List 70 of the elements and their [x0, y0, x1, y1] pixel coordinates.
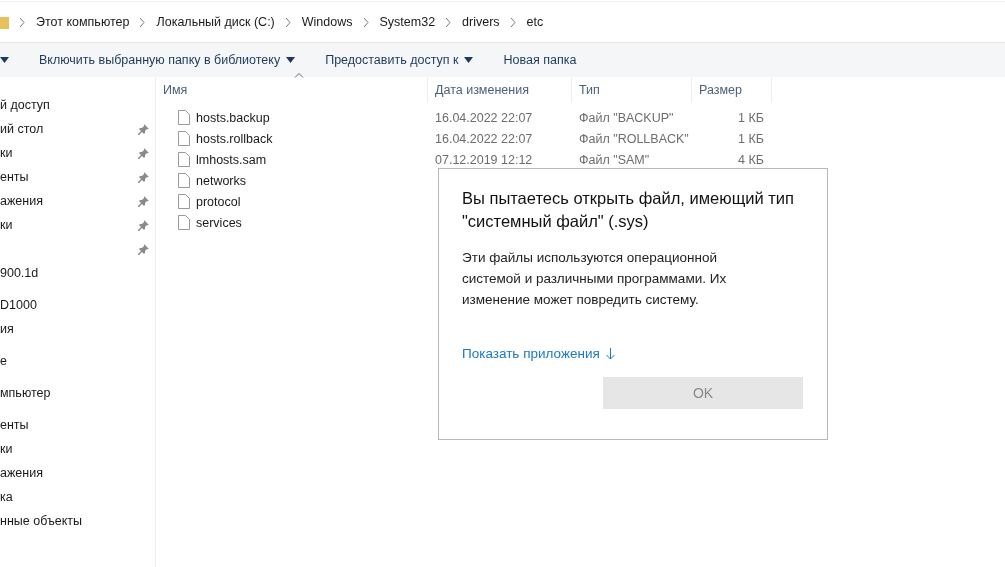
chevron-icon — [362, 17, 370, 27]
nav-item[interactable]: 900.1d — [0, 266, 39, 280]
breadcrumb[interactable]: etc — [526, 15, 544, 29]
chevron-icon — [139, 17, 147, 27]
toolbar-button[interactable]: Предоставить доступ к — [310, 43, 489, 77]
nav-item[interactable]: ажения — [0, 194, 43, 208]
file-name[interactable]: hosts.rollback — [196, 131, 273, 146]
file-name[interactable]: lmhosts.sam — [196, 152, 267, 167]
dialog-title: Вы пытаетесь открыть файл, имеющий тип "системный файл" (.sys) — [462, 188, 795, 232]
date-cell-text: 07.12.2019 12:12 — [434, 152, 534, 167]
folder-icon — [0, 15, 9, 29]
column-header[interactable]: Размер — [692, 77, 772, 103]
chevron-icon — [445, 17, 453, 27]
breadcrumb[interactable]: drivers — [462, 15, 500, 29]
caret-icon — [286, 57, 296, 63]
type-cell-text: Файл "BACKUP" — [578, 110, 675, 125]
dialog-message: Эти файлы используются операционной системой и различными программами. Их изменение может повредить систему. — [462, 249, 728, 309]
file-name[interactable]: hosts.backup — [196, 110, 270, 125]
nav-item[interactable]: D1000 — [0, 298, 37, 312]
toolbar-button[interactable]: Включить выбранную папку в библиотеку — [24, 43, 311, 77]
nav-item[interactable]: ки — [0, 146, 13, 160]
nav-item[interactable]: ия — [0, 322, 14, 336]
column-header[interactable]: Тип — [572, 77, 692, 103]
breadcrumb[interactable]: Этот компьютер — [36, 15, 130, 29]
pin-icon — [138, 243, 149, 255]
nav-item[interactable]: енты — [0, 170, 29, 184]
breadcrumb[interactable]: Windows — [301, 15, 353, 29]
nav-item[interactable]: ки — [0, 218, 13, 232]
nav-item[interactable]: й доступ — [0, 98, 50, 112]
nav-item[interactable]: нные объекты — [0, 514, 82, 528]
type-cell-text: Файл "ROLLBACK" — [578, 131, 690, 146]
date-cell-text: 16.04.2022 22:07 — [434, 110, 534, 125]
caret-icon — [0, 57, 9, 63]
file-name[interactable]: protocol — [196, 194, 241, 209]
pin-icon — [138, 219, 149, 231]
pin-icon — [138, 195, 149, 207]
breadcrumb[interactable]: System32 — [379, 15, 436, 29]
nav-item[interactable]: ий стол — [0, 122, 44, 136]
nav-item[interactable]: ки — [0, 442, 13, 456]
nav-item[interactable]: енты — [0, 418, 29, 432]
file-name[interactable]: networks — [196, 173, 247, 188]
file-icon — [178, 173, 190, 188]
show-apps-link[interactable]: Показать приложения — [462, 346, 615, 361]
pin-icon — [138, 147, 149, 159]
down-arrow-icon — [605, 347, 615, 360]
file-icon — [178, 152, 190, 167]
file-icon — [178, 194, 190, 209]
nav-item[interactable]: мпьютер — [0, 386, 51, 400]
chevron-icon — [284, 17, 292, 27]
file-icon — [178, 131, 190, 146]
breadcrumb[interactable]: Локальный диск (C:) — [156, 15, 275, 29]
file-icon — [178, 215, 190, 230]
nav-item[interactable]: ажения — [0, 466, 43, 480]
type-cell-text: Файл "SAM" — [578, 152, 651, 167]
column-header[interactable]: Дата изменения — [428, 77, 572, 103]
size-cell-text: 1 КБ — [737, 131, 765, 146]
size-cell-text: 1 КБ — [737, 110, 765, 125]
date-cell-text: 16.04.2022 22:07 — [434, 131, 534, 146]
toolbar-button[interactable]: Новая папка — [488, 43, 592, 77]
nav-item[interactable]: ка — [0, 490, 13, 504]
nav-item[interactable]: е — [0, 354, 7, 368]
file-name[interactable]: services — [196, 215, 242, 230]
chevron-icon — [19, 17, 26, 27]
pin-icon — [138, 123, 149, 135]
column-header[interactable]: Имя — [156, 77, 428, 103]
chevron-icon — [509, 17, 517, 27]
pin-icon — [138, 171, 149, 183]
caret-icon — [464, 57, 474, 63]
size-cell-text: 4 КБ — [737, 152, 765, 167]
file-icon — [178, 110, 190, 125]
